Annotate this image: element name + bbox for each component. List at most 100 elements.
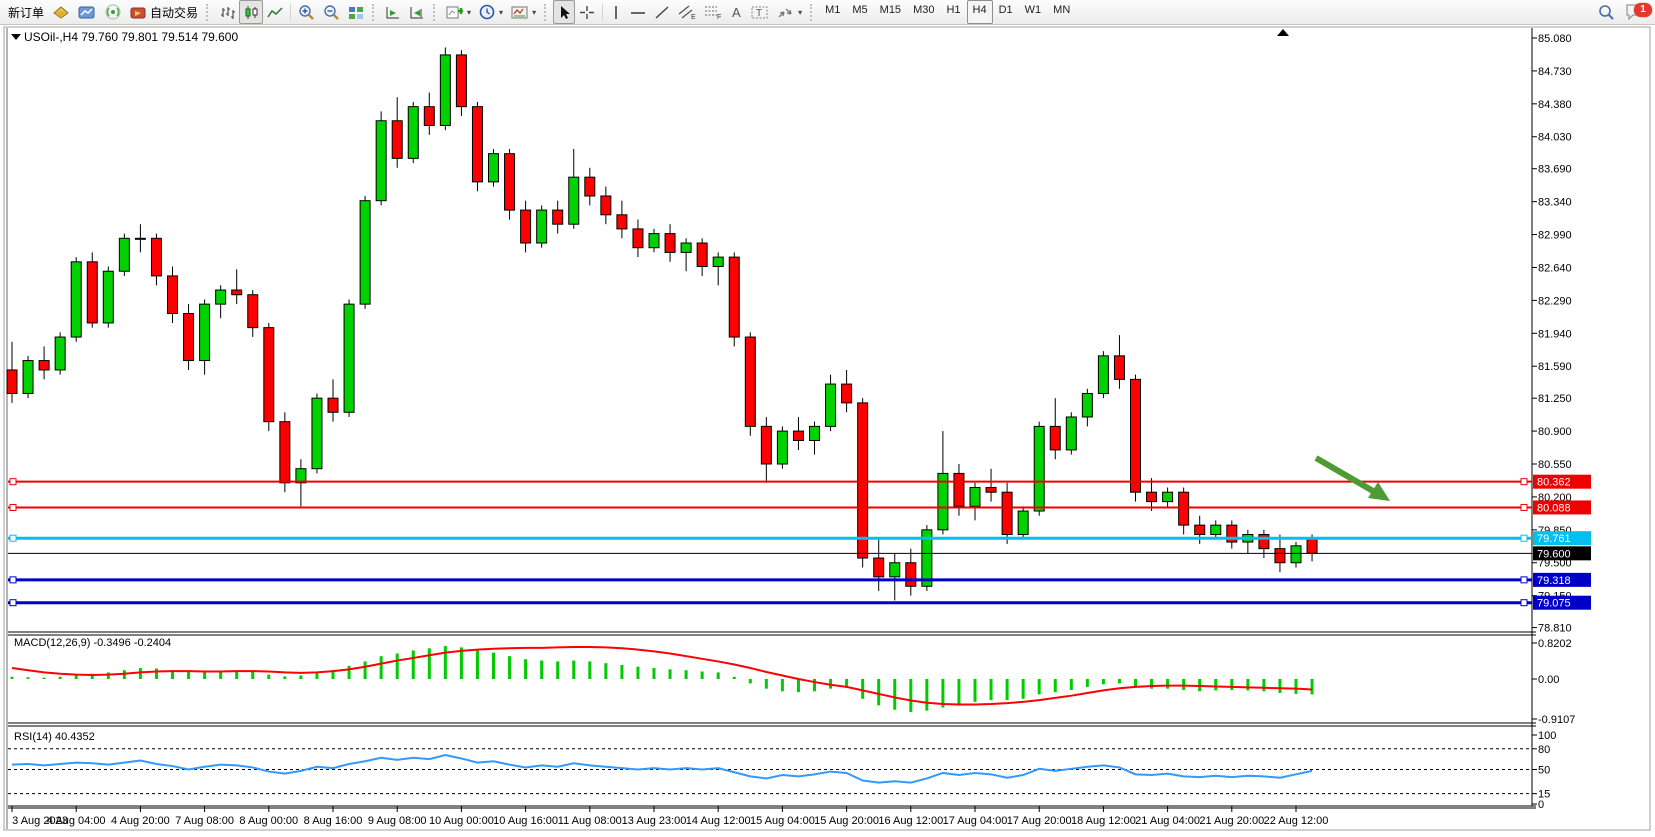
macd-axis-label: 0.8202 (1538, 638, 1572, 650)
candle-body (151, 238, 161, 276)
candle-body (569, 177, 579, 224)
zoom-in-button[interactable] (294, 0, 319, 24)
chart-shift-button[interactable] (405, 0, 429, 24)
candle-body (521, 210, 531, 243)
cursor-icon (557, 5, 571, 20)
timeframe-button-d1[interactable]: D1 (993, 0, 1019, 24)
deposit-icon[interactable] (48, 0, 74, 24)
vertical-line-button[interactable] (606, 0, 626, 24)
channel-button[interactable]: E (674, 0, 700, 24)
community-button[interactable] (74, 0, 100, 24)
trendline-button[interactable] (650, 0, 674, 24)
macd-histogram-bar (444, 646, 447, 679)
search-button[interactable] (1594, 0, 1619, 24)
macd-histogram-bar (669, 669, 672, 679)
notifications-button[interactable]: 1 (1625, 2, 1645, 23)
candle-body (440, 55, 450, 126)
timeframe-toolbar: M1M5M15M30H1H4D1W1MN (819, 0, 1076, 24)
line-handle[interactable] (1521, 479, 1527, 485)
macd-histogram-bar (1214, 679, 1217, 690)
cursor-button[interactable] (553, 0, 575, 24)
auto-trading-button[interactable]: 自动交易 (126, 0, 202, 24)
arrows-button[interactable]: ▾ (773, 0, 806, 24)
text-label-button[interactable]: T (747, 0, 773, 24)
fibonacci-button[interactable]: F (700, 0, 726, 24)
macd-histogram-bar (11, 677, 14, 679)
rsi-axis-label: 50 (1538, 765, 1550, 777)
templates-caret: ▾ (532, 8, 536, 17)
line-handle[interactable] (1521, 504, 1527, 510)
periods-button[interactable]: ▾ (475, 0, 507, 24)
candle-body (489, 154, 499, 182)
price-axis-tick-label: 81.590 (1538, 361, 1572, 373)
window-frame (4, 27, 1650, 830)
crosshair-button[interactable] (575, 0, 599, 24)
tile-windows-button[interactable] (344, 0, 368, 24)
indicators-button[interactable]: ▾ (442, 0, 475, 24)
price-chart[interactable]: 85.08084.73084.38084.03083.69083.34082.9… (0, 26, 1655, 834)
line-handle[interactable] (10, 504, 16, 510)
time-axis-label: 4 Aug 04:00 (47, 815, 106, 827)
macd-histogram-bar (733, 677, 736, 679)
macd-histogram-bar (636, 667, 639, 679)
time-axis-label: 21 Aug 20:00 (1199, 815, 1264, 827)
line-handle[interactable] (1521, 600, 1527, 606)
macd-histogram-bar (1038, 679, 1041, 694)
macd-histogram-bar (990, 679, 993, 700)
notification-badge: 1 (1634, 3, 1652, 17)
candle-body (1259, 535, 1269, 549)
timeframe-button-m15[interactable]: M15 (874, 0, 907, 24)
vertical-line-icon (610, 5, 622, 20)
macd-histogram-bar (1246, 679, 1249, 690)
macd-histogram-bar (187, 672, 190, 679)
timeframe-button-h4[interactable]: H4 (967, 0, 993, 24)
time-axis-label: 4 Aug 20:00 (111, 815, 170, 827)
price-axis-tick-label: 81.940 (1538, 328, 1572, 340)
timeframe-button-h1[interactable]: H1 (940, 0, 966, 24)
line-handle[interactable] (1521, 535, 1527, 541)
timeframe-button-w1[interactable]: W1 (1019, 0, 1048, 24)
time-axis-label: 11 Aug 08:00 (558, 815, 622, 827)
templates-button[interactable]: ▾ (507, 0, 540, 24)
chart-properties-icon (511, 5, 528, 20)
timeframe-button-m1[interactable]: M1 (819, 0, 846, 24)
line-handle[interactable] (10, 479, 16, 485)
price-axis-tick-label: 82.640 (1538, 262, 1572, 274)
time-axis-label: 10 Aug 16:00 (493, 815, 558, 827)
line-handle[interactable] (10, 535, 16, 541)
macd-histogram-bar (797, 679, 800, 692)
auto-scroll-button[interactable] (381, 0, 405, 24)
candlestick-chart-button[interactable] (239, 0, 263, 24)
macd-histogram-bar (524, 659, 527, 679)
timeframe-button-m5[interactable]: M5 (846, 0, 873, 24)
zoom-out-button[interactable] (319, 0, 344, 24)
candle-body (553, 210, 563, 224)
macd-histogram-bar (1102, 679, 1105, 684)
candle-body (1131, 379, 1141, 492)
price-axis-tick-label: 82.290 (1538, 295, 1572, 307)
timeframe-button-m30[interactable]: M30 (907, 0, 940, 24)
candle-body (585, 177, 595, 196)
candle-body (697, 243, 707, 267)
text-button[interactable]: A (726, 0, 747, 24)
candle-body (1147, 492, 1157, 501)
line-handle[interactable] (10, 600, 16, 606)
candle-body (986, 488, 996, 493)
auto-scroll-icon (385, 5, 401, 20)
macd-histogram-bar (139, 668, 142, 679)
candle-body (665, 234, 675, 253)
signals-button[interactable] (100, 0, 126, 24)
line-chart-button[interactable] (263, 0, 287, 24)
bar-chart-button[interactable] (215, 0, 239, 24)
toolbar-handle (433, 4, 438, 21)
horizontal-line-button[interactable] (626, 0, 650, 24)
macd-histogram-bar (299, 675, 302, 679)
line-handle[interactable] (10, 577, 16, 583)
svg-text:E: E (691, 14, 696, 20)
rsi-axis-label: 100 (1538, 730, 1556, 742)
time-axis-label: 15 Aug 20:00 (814, 815, 879, 827)
line-handle[interactable] (1521, 577, 1527, 583)
timeframe-button-mn[interactable]: MN (1047, 0, 1076, 24)
new-order-button[interactable]: 新订单 (4, 0, 48, 24)
macd-label: MACD(12,26,9) -0.3496 -0.2404 (14, 637, 171, 649)
